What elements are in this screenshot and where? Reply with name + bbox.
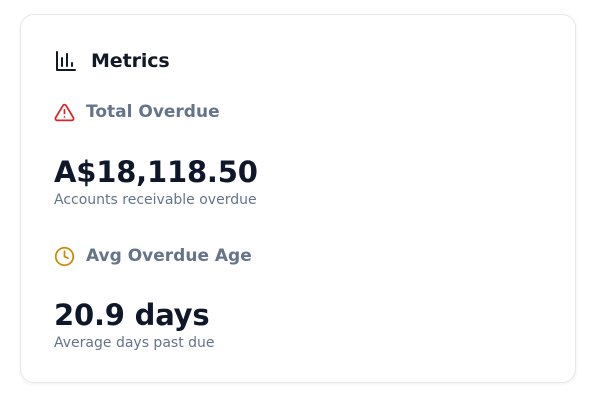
metric-label: Total Overdue (86, 102, 220, 122)
clock-icon (54, 246, 75, 266)
metric-header: Total Overdue (54, 101, 220, 123)
card-header: Metrics (54, 49, 170, 73)
metric-label: Avg Overdue Age (86, 246, 252, 266)
metric-value: 20.9 days (54, 298, 210, 332)
card-title: Metrics (91, 50, 170, 72)
bar-chart-icon (56, 51, 76, 71)
warning-triangle-icon (54, 103, 75, 121)
metrics-card: Metrics Total Overdue A$18,118.50 Accoun… (20, 14, 576, 383)
metric-subtitle: Accounts receivable overdue (54, 192, 257, 208)
metric-header: Avg Overdue Age (54, 245, 252, 267)
metric-subtitle: Average days past due (54, 335, 215, 351)
metric-value: A$18,118.50 (54, 155, 258, 189)
